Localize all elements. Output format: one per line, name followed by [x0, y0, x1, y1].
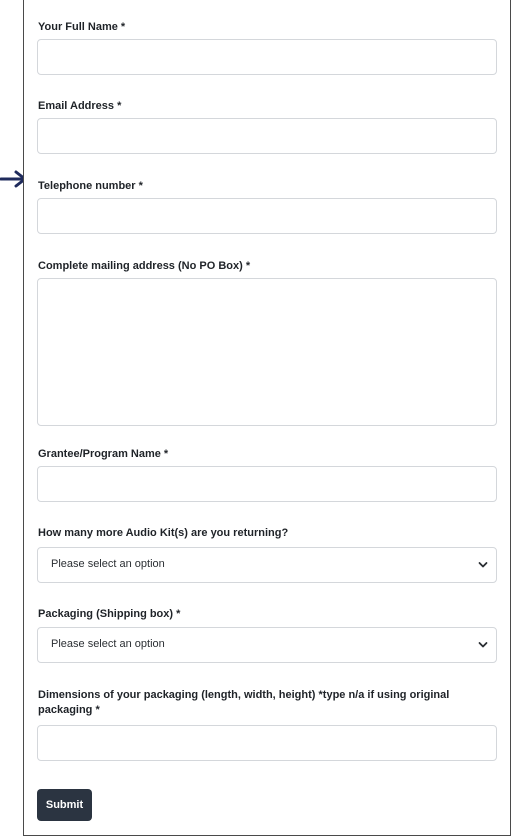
grantee-input[interactable] [37, 466, 497, 502]
mailing-address-label: Complete mailing address (No PO Box) * [38, 260, 251, 272]
submit-button[interactable]: Submit [37, 789, 92, 821]
telephone-input[interactable] [37, 198, 497, 234]
chevron-down-icon [478, 562, 488, 568]
chevron-down-icon [478, 642, 488, 648]
dimensions-input[interactable] [37, 725, 497, 761]
audio-kits-label: How many more Audio Kit(s) are you retur… [38, 527, 289, 539]
dimensions-label: Dimensions of your packaging (length, wi… [38, 689, 450, 716]
audio-kits-select[interactable]: Please select an option [37, 547, 497, 583]
grantee-label: Grantee/Program Name * [38, 448, 169, 460]
full-name-input[interactable] [37, 39, 497, 75]
packaging-select[interactable]: Please select an option [37, 627, 497, 663]
packaging-selected-value: Please select an option [51, 638, 165, 650]
email-label: Email Address * [38, 100, 122, 112]
packaging-label: Packaging (Shipping box) * [38, 608, 181, 620]
email-input[interactable] [37, 118, 497, 154]
mailing-address-textarea[interactable] [37, 278, 497, 426]
request-form: Your Full Name * Email Address * Telepho… [23, 0, 511, 836]
telephone-label: Telephone number * [38, 180, 143, 192]
audio-kits-selected-value: Please select an option [51, 558, 165, 570]
full-name-label: Your Full Name * [38, 21, 126, 33]
